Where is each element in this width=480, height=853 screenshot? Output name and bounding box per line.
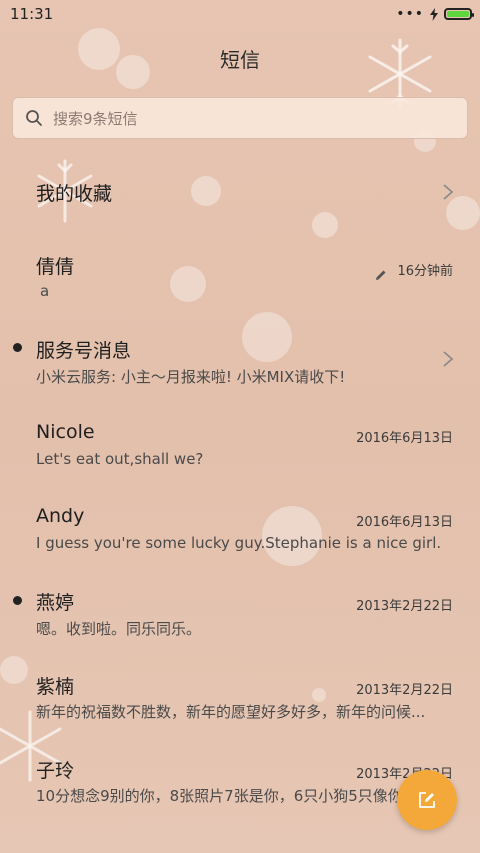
- message-snippet: 小米云服务: 小主～月报来啦! 小米MIX请收下!: [36, 368, 346, 386]
- compose-button[interactable]: [397, 770, 457, 830]
- message-snippet: 嗯。收到啦。同乐同乐。: [36, 620, 202, 638]
- contact-name: Nicole: [36, 421, 95, 443]
- more-dots-icon: •••: [396, 6, 424, 22]
- conversation-item[interactable]: 倩倩 16分钟前 a: [0, 246, 480, 316]
- contact-name: 紫楠: [36, 676, 75, 698]
- message-snippet: Let's eat out,shall we?: [36, 450, 204, 468]
- compose-icon: [419, 792, 435, 808]
- message-snippet: I guess you're some lucky guy.Stephanie …: [36, 534, 442, 552]
- page-title: 短信: [220, 48, 260, 72]
- search-icon: [26, 110, 42, 126]
- search-placeholder: 搜索9条短信: [53, 109, 138, 128]
- message-time: 2016年6月13日: [356, 431, 453, 446]
- charging-bolt-icon: [430, 7, 438, 21]
- contact-name: 子玲: [36, 760, 75, 782]
- conversation-item[interactable]: 服务号消息 小米云服务: 小主～月报来啦! 小米MIX请收下!: [0, 332, 480, 402]
- contact-name: 服务号消息: [36, 340, 132, 362]
- message-time: 16分钟前: [397, 264, 453, 279]
- message-time: 2016年6月13日: [356, 515, 453, 530]
- status-time: 11:31: [10, 5, 54, 23]
- search-input[interactable]: 搜索9条短信: [12, 97, 468, 139]
- message-snippet: 10分想念9别的你，8张照片7张是你，6只小狗5只像你: [36, 787, 403, 805]
- favorites-label: 我的收藏: [36, 183, 113, 205]
- message-snippet: 新年的祝福数不胜数，新年的愿望好多好多，新年的问候...: [36, 703, 426, 721]
- pencil-icon: [376, 270, 386, 280]
- chevron-right-icon: [443, 351, 454, 367]
- conversation-item[interactable]: 紫楠 2013年2月22日 新年的祝福数不胜数，新年的愿望好多好多，新年的问候.…: [0, 670, 480, 740]
- contact-name: Andy: [36, 505, 85, 527]
- message-time: 2013年2月22日: [356, 683, 453, 698]
- message-snippet: a: [40, 282, 50, 300]
- contact-name: 倩倩: [36, 256, 75, 278]
- status-icons: •••: [396, 6, 474, 22]
- unread-dot: [13, 343, 22, 352]
- status-bar: 11:31 •••: [0, 0, 480, 28]
- message-time: 2013年2月22日: [356, 599, 453, 614]
- conversation-item[interactable]: Andy 2016年6月13日 I guess you're some luck…: [0, 502, 480, 572]
- favorites-row[interactable]: 我的收藏: [0, 162, 480, 222]
- conversation-item[interactable]: Nicole 2016年6月13日 Let's eat out,shall we…: [0, 418, 480, 488]
- conversation-item[interactable]: 燕婷 2013年2月22日 嗯。收到啦。同乐同乐。: [0, 586, 480, 656]
- battery-icon: [444, 8, 474, 20]
- chevron-right-icon: [443, 184, 454, 200]
- unread-dot: [13, 596, 22, 605]
- contact-name: 燕婷: [36, 592, 75, 614]
